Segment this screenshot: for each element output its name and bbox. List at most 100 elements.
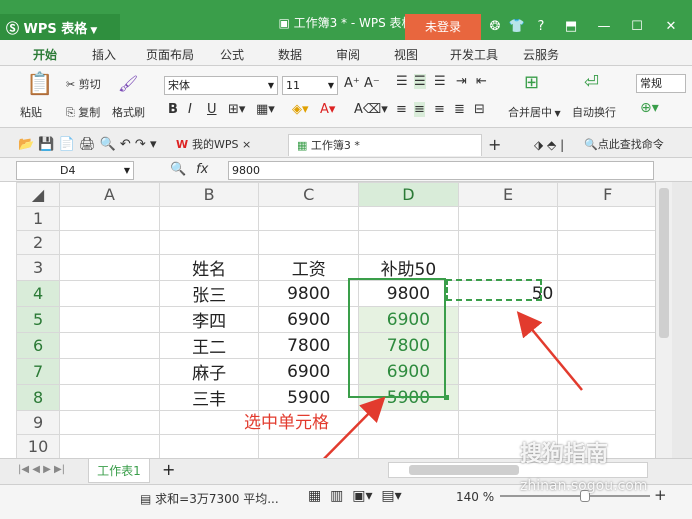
help-button[interactable]: ? <box>530 14 552 40</box>
tab-home[interactable]: 开始 <box>22 46 68 66</box>
cell[interactable] <box>59 230 160 255</box>
cell[interactable] <box>59 410 160 435</box>
row-header[interactable]: 3 <box>15 254 61 281</box>
view-mode-icons[interactable]: ▦ ▥ ▣▾ ▤▾ <box>308 488 402 504</box>
align-bottom-icon[interactable]: ☰ <box>434 74 446 89</box>
cell[interactable]: 5900 <box>258 384 360 411</box>
cell[interactable] <box>557 332 658 359</box>
horizontal-scrollbar[interactable] <box>388 462 648 478</box>
cell[interactable] <box>59 254 160 281</box>
paste-button[interactable]: 粘贴 <box>20 104 42 120</box>
cell[interactable]: 6900 <box>258 358 360 385</box>
indent-icon[interactable]: ⇥ <box>456 74 467 89</box>
font-name-select[interactable]: 宋体 ▼ <box>164 76 278 95</box>
outdent-icon[interactable]: ⇤ <box>476 74 487 89</box>
cell[interactable]: 9800 <box>258 280 360 307</box>
cell[interactable] <box>457 358 559 385</box>
format-painter-button[interactable]: 格式刷 <box>112 104 145 120</box>
maximize-button[interactable]: ☐ <box>622 14 652 40</box>
cell[interactable] <box>158 434 260 459</box>
align-middle-icon[interactable]: ☰ <box>414 74 426 89</box>
cell[interactable] <box>59 384 160 411</box>
row-header[interactable]: 10 <box>15 434 61 459</box>
italic-button[interactable]: I <box>188 102 192 117</box>
cell[interactable] <box>457 254 559 281</box>
cell[interactable]: 三丰 <box>158 384 260 411</box>
command-search[interactable]: 🔍点此查找命令 <box>584 134 664 156</box>
tab-workbook3[interactable]: ▦ 工作簿3 * <box>288 134 482 156</box>
cell[interactable] <box>59 332 160 359</box>
cell[interactable] <box>258 434 360 459</box>
quick-access-toolbar[interactable]: 📂 💾 📄 🖨 🔍 ↶ ↷ ▾ <box>18 134 157 156</box>
cell[interactable] <box>557 254 658 281</box>
cell[interactable] <box>457 206 559 231</box>
column-header-b[interactable]: B <box>158 182 260 207</box>
tab-page-layout[interactable]: 页面布局 <box>140 46 200 66</box>
sheet-tab-1[interactable]: 工作表1 <box>88 459 150 483</box>
cell[interactable]: 张三 <box>158 280 260 307</box>
tab-cloud[interactable]: 云服务 <box>516 46 566 66</box>
cell-style-icon[interactable]: ▦▾ <box>256 102 275 117</box>
cell[interactable] <box>557 206 658 231</box>
zoom-slider[interactable] <box>500 495 650 497</box>
font-size-select[interactable]: 11 ▼ <box>282 76 338 95</box>
align-right-icon[interactable]: ≡ <box>434 102 445 117</box>
cell[interactable] <box>457 306 559 333</box>
cell[interactable] <box>557 306 658 333</box>
cell[interactable] <box>59 280 160 307</box>
cell[interactable] <box>358 230 459 255</box>
cell[interactable]: 50 <box>457 280 559 307</box>
justify-icon[interactable]: ≣ <box>454 102 465 117</box>
close-tab-icon[interactable]: × <box>238 138 251 151</box>
side-panel-toggle[interactable] <box>672 182 692 458</box>
formula-input[interactable]: 9800 <box>228 161 654 180</box>
border-icon[interactable]: ⊞▾ <box>228 102 245 117</box>
cell[interactable]: 工资 <box>258 254 360 281</box>
font-color-icon[interactable]: A▾ <box>320 102 335 117</box>
column-header-c[interactable]: C <box>258 182 360 207</box>
vertical-scrollbar[interactable] <box>655 182 672 458</box>
cell[interactable]: 6900 <box>258 306 360 333</box>
zoom-in-button[interactable]: + <box>654 486 667 504</box>
cell[interactable] <box>158 230 260 255</box>
tab-view[interactable]: 视图 <box>388 46 424 66</box>
cell[interactable] <box>59 206 160 231</box>
minimize-button[interactable]: — <box>590 14 618 40</box>
cell[interactable] <box>557 280 658 307</box>
row-header[interactable]: 6 <box>15 332 61 359</box>
font-shrink-button[interactable]: A⁻ <box>364 76 380 91</box>
align-center-icon[interactable]: ≡ <box>414 102 425 117</box>
column-header-d[interactable]: D <box>358 182 459 207</box>
cell[interactable] <box>557 230 658 255</box>
fill-color-icon[interactable]: ◈▾ <box>292 102 309 117</box>
row-header[interactable]: 1 <box>15 206 61 231</box>
app-menu-button[interactable]: Ⓢ WPS 表格 ▼ <box>0 14 120 40</box>
cell[interactable] <box>358 206 459 231</box>
skin-icon[interactable]: ❂ <box>486 14 504 40</box>
row-header[interactable]: 7 <box>15 358 61 385</box>
align-left-icon[interactable]: ≡ <box>396 102 407 117</box>
cell[interactable] <box>557 410 658 435</box>
tab-developer[interactable]: 开发工具 <box>444 46 504 66</box>
currency-icon[interactable]: ⊕▾ <box>640 100 659 116</box>
cell[interactable]: 7800 <box>258 332 360 359</box>
cell[interactable]: 6900 <box>358 358 459 385</box>
cell[interactable]: 王二 <box>158 332 260 359</box>
cell[interactable] <box>557 358 658 385</box>
cell[interactable] <box>358 434 459 459</box>
cell[interactable]: 麻子 <box>158 358 260 385</box>
underline-button[interactable]: U <box>207 102 217 117</box>
cut-button[interactable]: ✂ 剪切 <box>66 76 101 92</box>
tab-my-wps[interactable]: W 我的WPS × <box>176 134 251 156</box>
column-header-f[interactable]: F <box>557 182 658 207</box>
cell[interactable]: 李四 <box>158 306 260 333</box>
tab-tools-icon[interactable]: ⬗ ⬘ | <box>534 134 564 156</box>
cell[interactable] <box>557 384 658 411</box>
window-restore-icon[interactable]: ⬒ <box>560 14 582 40</box>
bold-button[interactable]: B <box>168 102 178 117</box>
zoom-level[interactable]: 140 % <box>456 490 494 504</box>
clear-format-icon[interactable]: A⌫▾ <box>354 102 388 117</box>
tab-data[interactable]: 数据 <box>272 46 308 66</box>
login-button[interactable]: 未登录 <box>405 14 481 40</box>
row-header[interactable]: 4 <box>15 280 61 307</box>
